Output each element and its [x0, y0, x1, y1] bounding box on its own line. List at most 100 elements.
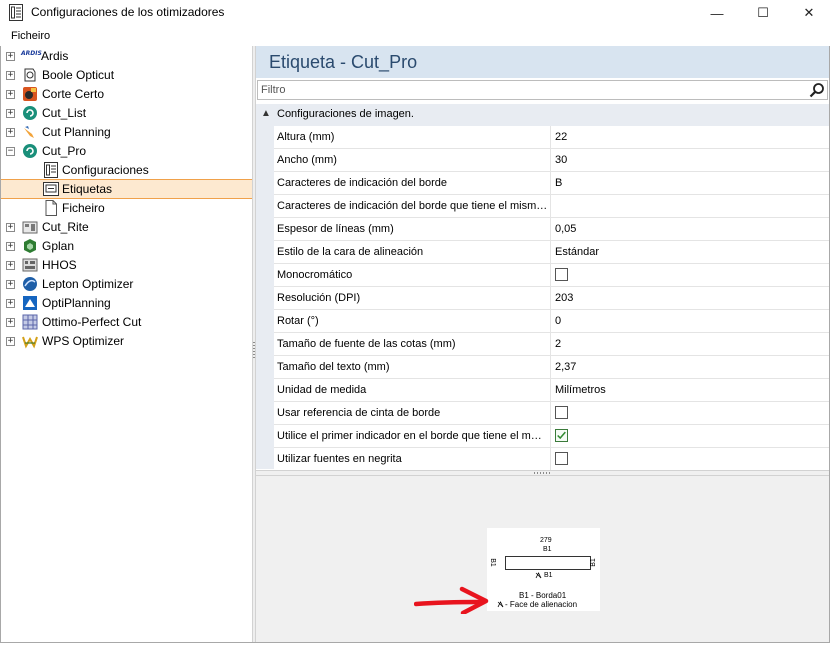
tree-item-cut-pro[interactable]: − Cut_Pro	[1, 142, 252, 161]
label-icon	[43, 182, 59, 196]
property-value[interactable]	[552, 195, 829, 217]
cut-planning-icon	[24, 126, 34, 138]
edge-top-label: B1	[543, 546, 552, 553]
property-value[interactable]: 0,05	[552, 218, 829, 240]
filter-input[interactable]: Filtro	[257, 80, 828, 100]
property-name: Utilizar fuentes en negrita	[274, 448, 551, 470]
tree-item-wps-optimizer[interactable]: + WPS Optimizer	[1, 332, 252, 351]
expand-icon[interactable]: +	[6, 128, 15, 137]
tree-item-cut-rite[interactable]: + Cut_Rite	[1, 218, 252, 237]
edge-tape-reference-checkbox[interactable]	[555, 406, 568, 419]
property-grid[interactable]: ▲ Configuraciones de imagen. Altura (mm)…	[256, 104, 829, 471]
expand-icon[interactable]: +	[6, 318, 15, 327]
property-row[interactable]: Tamaño del texto (mm) 2,37	[274, 356, 829, 379]
property-row[interactable]: Altura (mm) 22	[274, 126, 829, 149]
label-preview-area: 279 B1 B1 B1 B1 B1 - Borda01 - Face de a…	[256, 476, 829, 642]
cut-list-icon	[23, 106, 37, 120]
property-name: Caracteres de indicación del borde que t…	[274, 195, 551, 217]
collapse-arrow-icon[interactable]: ▲	[261, 108, 271, 119]
property-value[interactable]: 2,37	[552, 356, 829, 378]
property-row[interactable]: Estilo de la cara de alineación Estándar	[274, 241, 829, 264]
property-value[interactable]: 2	[552, 333, 829, 355]
property-name: Resolución (DPI)	[274, 287, 551, 309]
property-row[interactable]: Usar referencia de cinta de borde	[274, 402, 829, 425]
properties-panel: Etiqueta - Cut_Pro Filtro ▲ Configuracio…	[256, 46, 829, 642]
first-indicator-checkbox[interactable]	[555, 429, 568, 442]
wps-optimizer-icon	[22, 336, 38, 349]
legend-line-1: B1 - Borda01	[519, 591, 567, 600]
expand-icon[interactable]: +	[6, 242, 15, 251]
search-icon[interactable]	[809, 82, 825, 98]
red-arrow-annotation-icon	[414, 586, 489, 614]
property-value[interactable]: 203	[552, 287, 829, 309]
expand-icon[interactable]: +	[6, 280, 15, 289]
alignment-face-icon	[535, 572, 542, 579]
property-row[interactable]: Tamaño de fuente de las cotas (mm) 2	[274, 333, 829, 356]
category-header[interactable]: ▲ Configuraciones de imagen.	[256, 104, 829, 126]
tree-item-corte-certo[interactable]: + Corte Certo	[1, 85, 252, 104]
panel-header: Etiqueta - Cut_Pro	[256, 46, 829, 78]
expand-icon[interactable]: +	[6, 261, 15, 270]
expand-icon[interactable]: +	[6, 109, 15, 118]
property-row[interactable]: Rotar (°) 0	[274, 310, 829, 333]
tree-item-label: Ficheiro	[62, 201, 105, 215]
category-label: Configuraciones de imagen.	[277, 108, 414, 120]
title-bar: Configuraciones de los otimizadores — ☐ …	[0, 0, 830, 26]
expand-icon[interactable]: +	[6, 90, 15, 99]
tree-item-ardis[interactable]: + ARDIS Ardis	[1, 47, 252, 66]
minimize-button[interactable]: —	[694, 0, 740, 26]
property-value[interactable]: Milímetros	[552, 379, 829, 401]
property-row[interactable]: Unidad de medida Milímetros	[274, 379, 829, 402]
collapse-icon[interactable]: −	[6, 147, 15, 156]
expand-icon[interactable]: +	[6, 337, 15, 346]
tree-item-ottimo-perfect-cut[interactable]: + Ottimo-Perfect Cut	[1, 313, 252, 332]
tree-item-etiquetas[interactable]: Etiquetas	[1, 179, 252, 199]
property-value[interactable]: 0	[552, 310, 829, 332]
expand-icon[interactable]: +	[6, 223, 15, 232]
expand-icon[interactable]: +	[6, 52, 15, 61]
property-name: Tamaño del texto (mm)	[274, 356, 551, 378]
tree-item-lepton-optimizer[interactable]: + Lepton Optimizer	[1, 275, 252, 294]
property-name: Rotar (°)	[274, 310, 551, 332]
ottimo-perfect-cut-icon	[22, 314, 38, 330]
tree-item-cut-list[interactable]: + Cut_List	[1, 104, 252, 123]
property-value[interactable]: 22	[552, 126, 829, 148]
expand-icon[interactable]: +	[6, 299, 15, 308]
tree-item-ficheiro[interactable]: Ficheiro	[1, 199, 252, 218]
expand-icon[interactable]: +	[6, 71, 15, 80]
tree-item-label: WPS Optimizer	[42, 334, 125, 348]
bold-fonts-checkbox[interactable]	[555, 452, 568, 465]
property-row[interactable]: Monocromático	[274, 264, 829, 287]
property-name: Caracteres de indicación del borde	[274, 172, 551, 194]
property-row[interactable]: Caracteres de indicación del borde B	[274, 172, 829, 195]
tree-item-boole-opticut[interactable]: + Boole Opticut	[1, 66, 252, 85]
splitter-grip-icon	[253, 342, 255, 360]
tree-item-optiplanning[interactable]: + OptiPlanning	[1, 294, 252, 313]
tree-item-label: Configuraciones	[62, 163, 149, 177]
property-value[interactable]: B	[552, 172, 829, 194]
settings-doc-icon	[44, 162, 58, 178]
maximize-button[interactable]: ☐	[740, 0, 786, 26]
tree-item-hhos[interactable]: + HHOS	[1, 256, 252, 275]
file-icon	[45, 200, 57, 216]
monochrome-checkbox[interactable]	[555, 268, 568, 281]
property-row[interactable]: Caracteres de indicación del borde que t…	[274, 195, 829, 218]
property-name: Usar referencia de cinta de borde	[274, 402, 551, 424]
tree-item-label: Gplan	[42, 239, 75, 253]
property-name: Unidad de medida	[274, 379, 551, 401]
property-name: Espesor de líneas (mm)	[274, 218, 551, 240]
close-button[interactable]: ✕	[786, 0, 830, 26]
optimizer-tree[interactable]: + ARDIS Ardis + Boole Opticut + Corte Ce…	[1, 46, 252, 642]
property-value[interactable]: 30	[552, 149, 829, 171]
property-value[interactable]: Estándar	[552, 241, 829, 263]
menu-file[interactable]: Ficheiro	[11, 30, 50, 42]
tree-item-gplan[interactable]: + Gplan	[1, 237, 252, 256]
label-preview: 279 B1 B1 B1 B1 B1 - Borda01 - Face de a…	[487, 528, 600, 611]
property-row[interactable]: Resolución (DPI) 203	[274, 287, 829, 310]
tree-item-cut-planning[interactable]: + Cut Planning	[1, 123, 252, 142]
property-row[interactable]: Espesor de líneas (mm) 0,05	[274, 218, 829, 241]
tree-item-configuraciones[interactable]: Configuraciones	[1, 161, 252, 180]
property-row[interactable]: Ancho (mm) 30	[274, 149, 829, 172]
property-row[interactable]: Utilizar fuentes en negrita	[274, 448, 829, 471]
property-row[interactable]: Utilice el primer indicador en el borde …	[274, 425, 829, 448]
